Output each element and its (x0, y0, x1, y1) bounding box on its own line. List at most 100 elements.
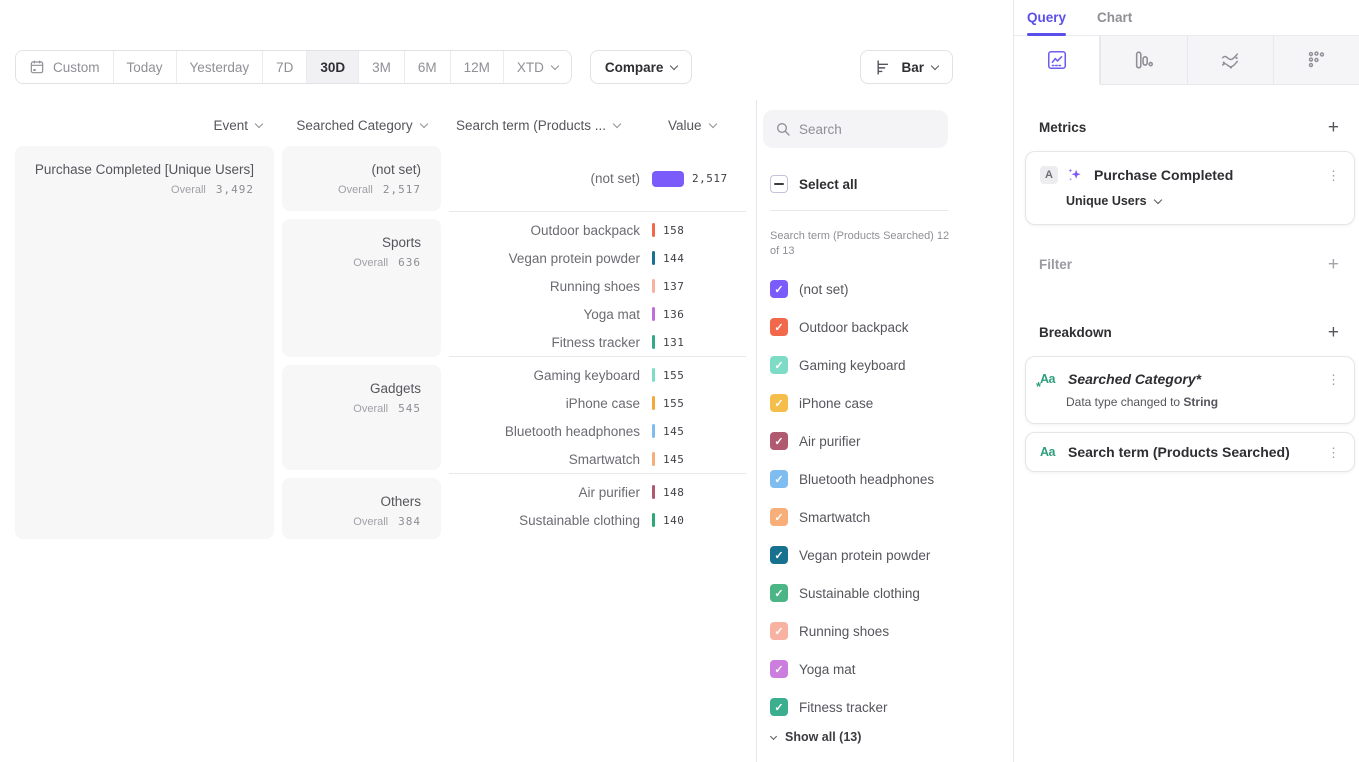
metric-aggregation-label: Unique Users (1066, 194, 1147, 208)
category-column: (not set)Overall2,517SportsOverall636Gad… (282, 146, 441, 547)
date-range-custom[interactable]: Custom (16, 51, 114, 83)
date-range-xtd[interactable]: XTD (504, 51, 571, 83)
compare-button[interactable]: Compare (590, 50, 693, 84)
search-input[interactable] (799, 122, 929, 137)
checkbox-checked[interactable] (770, 356, 788, 374)
insights-chart-icon (1046, 49, 1068, 71)
checkbox-item[interactable]: Yoga mat (757, 650, 1013, 688)
term-row[interactable]: iPhone case155 (449, 389, 746, 417)
checkbox-item[interactable]: iPhone case (757, 384, 1013, 422)
checkbox-item[interactable]: Smartwatch (757, 498, 1013, 536)
term-row[interactable]: Running shoes137 (449, 272, 746, 300)
value-label: 137 (663, 280, 684, 293)
checkbox-checked[interactable] (770, 698, 788, 716)
show-all-link[interactable]: Show all (13) (771, 730, 1013, 744)
tab-insights[interactable] (1014, 36, 1100, 85)
term-group: Outdoor backpack158Vegan protein powder1… (449, 212, 746, 356)
checkbox-checked[interactable] (770, 394, 788, 412)
checkbox-label: Gaming keyboard (799, 358, 906, 373)
checkbox-checked[interactable] (770, 318, 788, 336)
event-title: Purchase Completed [Unique Users] (15, 161, 254, 179)
checkbox-item[interactable]: Outdoor backpack (757, 308, 1013, 346)
term-row[interactable]: Fitness tracker131 (449, 328, 746, 356)
kebab-menu-icon[interactable] (1327, 446, 1340, 459)
event-overall: Overall3,492 (15, 180, 254, 198)
term-row[interactable]: Gaming keyboard155 (449, 361, 746, 389)
checkbox-checked[interactable] (770, 470, 788, 488)
event-sparkle-icon (1066, 166, 1084, 184)
term-row[interactable]: Bluetooth headphones145 (449, 417, 746, 445)
overall-value: 636 (398, 256, 421, 269)
chart-type-button[interactable]: Bar (860, 50, 953, 84)
chevron-down-icon (931, 61, 939, 69)
checkbox-item[interactable]: Air purifier (757, 422, 1013, 460)
tab-flows[interactable] (1187, 36, 1273, 85)
checkbox-item[interactable]: Vegan protein powder (757, 536, 1013, 574)
category-cell[interactable]: SportsOverall636 (282, 219, 441, 357)
metric-card[interactable]: A Purchase Completed Unique Users (1025, 151, 1355, 225)
term-row[interactable]: Smartwatch145 (449, 445, 746, 473)
checkbox-item[interactable]: Bluetooth headphones (757, 460, 1013, 498)
add-filter-icon[interactable] (1328, 255, 1339, 274)
checkbox-checked[interactable] (770, 508, 788, 526)
compare-label: Compare (605, 60, 664, 75)
checkbox-item[interactable]: (not set) (757, 270, 1013, 308)
checkbox-item[interactable]: Fitness tracker (757, 688, 1013, 726)
term-row[interactable]: Air purifier148 (449, 478, 746, 506)
value-bar (652, 513, 655, 527)
add-breakdown-icon[interactable] (1328, 323, 1339, 342)
column-header-value[interactable]: Value (668, 114, 716, 136)
overall-label: Overall (353, 257, 388, 269)
add-metric-icon[interactable] (1328, 118, 1339, 137)
date-range-7d[interactable]: 7D (263, 51, 307, 83)
select-all-row[interactable]: Select all (770, 175, 1013, 193)
term-row[interactable]: Outdoor backpack158 (449, 216, 746, 244)
search-box[interactable] (763, 110, 948, 148)
checkbox-checked[interactable] (770, 280, 788, 298)
date-range-today[interactable]: Today (114, 51, 177, 83)
metric-card-row: A Purchase Completed (1026, 152, 1354, 184)
checkbox-item[interactable]: Gaming keyboard (757, 346, 1013, 384)
checkbox-label: (not set) (799, 282, 849, 297)
checkbox-item[interactable]: Sustainable clothing (757, 574, 1013, 612)
tab-query[interactable]: Query (1027, 0, 1066, 35)
event-cell[interactable]: Purchase Completed [Unique Users] Overal… (15, 146, 274, 539)
checkbox-checked[interactable] (770, 584, 788, 602)
kebab-menu-icon[interactable] (1327, 373, 1340, 386)
checkbox-label: iPhone case (799, 396, 873, 411)
date-range-30d[interactable]: 30D (307, 51, 359, 83)
kebab-menu-icon[interactable] (1327, 169, 1340, 182)
value-bar (652, 171, 684, 187)
tab-retention[interactable] (1273, 36, 1359, 85)
metric-aggregation-dropdown[interactable]: Unique Users (1066, 194, 1340, 208)
column-header-searched-category[interactable]: Searched Category (282, 114, 441, 136)
breakdown-card-search-term[interactable]: Aa Search term (Products Searched) (1025, 432, 1355, 472)
value-label: 155 (663, 397, 684, 410)
checkbox-label: Fitness tracker (799, 700, 888, 715)
date-range-yesterday[interactable]: Yesterday (177, 51, 264, 83)
checkbox-checked[interactable] (770, 432, 788, 450)
date-range-6m[interactable]: 6M (405, 51, 451, 83)
category-cell[interactable]: (not set)Overall2,517 (282, 146, 441, 211)
checkbox-label: Yoga mat (799, 662, 856, 677)
select-all-checkbox-indeterminate[interactable] (770, 175, 788, 193)
term-row[interactable]: Vegan protein powder144 (449, 244, 746, 272)
checkbox-label: Bluetooth headphones (799, 472, 934, 487)
column-header-event[interactable]: Event (15, 114, 274, 136)
breakdown-card-searched-category[interactable]: Aa Searched Category* Data type changed … (1025, 356, 1355, 424)
term-row[interactable]: Yoga mat136 (449, 300, 746, 328)
checkbox-checked[interactable] (770, 660, 788, 678)
value-bar (652, 396, 655, 410)
date-range-12m[interactable]: 12M (451, 51, 504, 83)
checkbox-item[interactable]: Running shoes (757, 612, 1013, 650)
category-cell[interactable]: OthersOverall384 (282, 478, 441, 539)
category-cell[interactable]: GadgetsOverall545 (282, 365, 441, 470)
tab-funnels[interactable] (1100, 36, 1186, 85)
term-row[interactable]: (not set)2,517 (449, 146, 746, 211)
tab-chart[interactable]: Chart (1097, 0, 1132, 35)
term-row[interactable]: Sustainable clothing140 (449, 506, 746, 534)
date-range-3m[interactable]: 3M (359, 51, 405, 83)
checkbox-checked[interactable] (770, 546, 788, 564)
checkbox-checked[interactable] (770, 622, 788, 640)
column-header-search-term[interactable]: Search term (Products ... (456, 114, 620, 136)
